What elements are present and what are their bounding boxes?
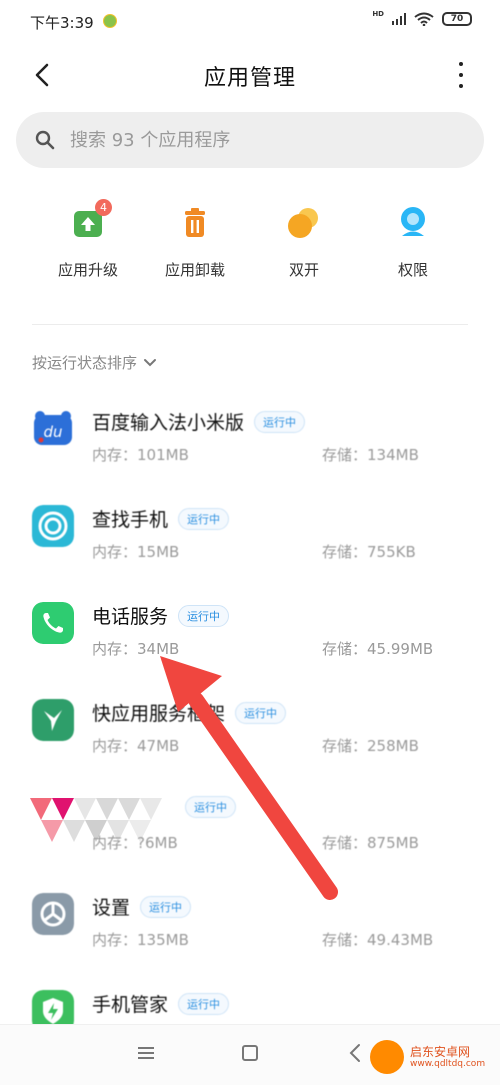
app-row-mosaic[interactable]: 运行中 内存：?6MB 存储：875MB	[0, 776, 500, 872]
app-memory: 内存：101MB	[92, 446, 189, 464]
running-badge: 运行中	[178, 508, 230, 530]
app-uninstall-button[interactable]: 应用卸载	[140, 205, 250, 280]
permissions-button[interactable]: 权限	[358, 205, 468, 280]
app-row-find-phone[interactable]: 查找手机 运行中 内存：15MB 存储：755KB	[0, 485, 500, 581]
trash-icon	[185, 208, 205, 237]
running-badge: 运行中	[235, 702, 287, 724]
watermark: 启东安卓网 www.qdltdq.com	[370, 1040, 485, 1074]
app-memory: 内存：?6MB	[92, 834, 178, 852]
notification-icon	[103, 14, 117, 28]
app-storage: 存储：49.43MB	[322, 931, 434, 949]
search-bar[interactable]	[16, 112, 484, 168]
app-upgrade-button[interactable]: 4 应用升级	[33, 199, 143, 280]
header: 应用管理	[0, 50, 500, 100]
app-upgrade-label: 应用升级	[57, 261, 118, 279]
quick-actions: 4 应用升级 应用卸载 双开 权限	[0, 199, 500, 285]
quick-app-icon	[32, 699, 74, 741]
sort-label: 按运行状态排序	[32, 354, 138, 372]
dual-apps-label: 双开	[288, 261, 319, 279]
recents-button[interactable]	[138, 1047, 154, 1059]
app-memory: 内存：15MB	[92, 543, 180, 561]
home-button[interactable]	[242, 1045, 258, 1061]
sort-dropdown[interactable]: 按运行状态排序	[32, 352, 157, 373]
dual-apps-button[interactable]: 双开	[249, 205, 359, 280]
app-storage: 存储：755KB	[322, 543, 416, 561]
signal-icon	[392, 13, 406, 25]
watermark-url: www.qdltdq.com	[410, 1059, 486, 1069]
running-badge: 运行中	[178, 605, 230, 627]
running-badge: 运行中	[185, 796, 236, 818]
app-row-settings[interactable]: 设置 运行中 内存：135MB 存储：49.43MB	[0, 873, 500, 969]
permission-icon	[401, 207, 425, 236]
app-name: 运行中	[175, 796, 236, 819]
app-storage: 存储：134MB	[322, 446, 419, 464]
baidu-ime-icon: du	[32, 408, 74, 450]
dual-app-icon	[288, 208, 318, 238]
page-title: 应用管理	[203, 66, 296, 91]
app-name: 手机管家 运行中	[92, 990, 230, 1017]
app-name: 百度输入法小米版 运行中	[92, 408, 306, 435]
hd-indicator: HD	[372, 9, 384, 18]
app-storage: 存储：875MB	[322, 834, 419, 852]
nav-back-button[interactable]	[348, 1043, 362, 1063]
divider	[32, 324, 468, 325]
app-name: 电话服务 运行中	[92, 602, 230, 629]
app-row-baidu-ime[interactable]: du 百度输入法小米版 运行中 内存：101MB 存储：134MB	[0, 388, 500, 484]
app-memory: 内存：34MB	[92, 640, 180, 658]
app-memory: 内存：47MB	[92, 737, 180, 755]
app-name: 设置 运行中	[92, 893, 192, 920]
battery-icon: 70	[442, 12, 472, 26]
app-row-phone-service[interactable]: 电话服务 运行中 内存：34MB 存储：45.99MB	[0, 582, 500, 678]
status-time: 下午3:39	[30, 14, 94, 32]
app-uninstall-label: 应用卸载	[164, 261, 225, 279]
running-badge: 运行中	[254, 411, 306, 433]
running-badge: 运行中	[178, 993, 230, 1015]
search-input[interactable]	[70, 112, 450, 168]
wifi-icon	[414, 12, 434, 26]
permissions-label: 权限	[397, 261, 428, 279]
svg-text:du: du	[43, 423, 62, 441]
find-phone-icon	[32, 505, 74, 547]
watermark-logo-icon	[370, 1040, 404, 1074]
app-storage: 存储：45.99MB	[322, 640, 434, 658]
app-name: 查找手机 运行中	[92, 505, 230, 532]
chevron-down-icon	[144, 358, 157, 366]
running-badge: 运行中	[140, 896, 192, 918]
app-memory: 内存：135MB	[92, 931, 189, 949]
phone-service-icon	[32, 602, 74, 644]
status-bar: 下午3:39 HD 70	[0, 0, 500, 44]
app-name: 快应用服务框架 运行中	[92, 699, 287, 726]
upgrade-count-badge: 4	[95, 199, 112, 216]
more-options-button[interactable]	[452, 62, 470, 88]
app-row-quick-app[interactable]: 快应用服务框架 运行中 内存：47MB 存储：258MB	[0, 679, 500, 775]
app-storage: 存储：258MB	[322, 737, 419, 755]
watermark-text: 启东安卓网	[410, 1045, 471, 1059]
settings-icon	[32, 893, 74, 935]
search-icon	[35, 130, 55, 150]
